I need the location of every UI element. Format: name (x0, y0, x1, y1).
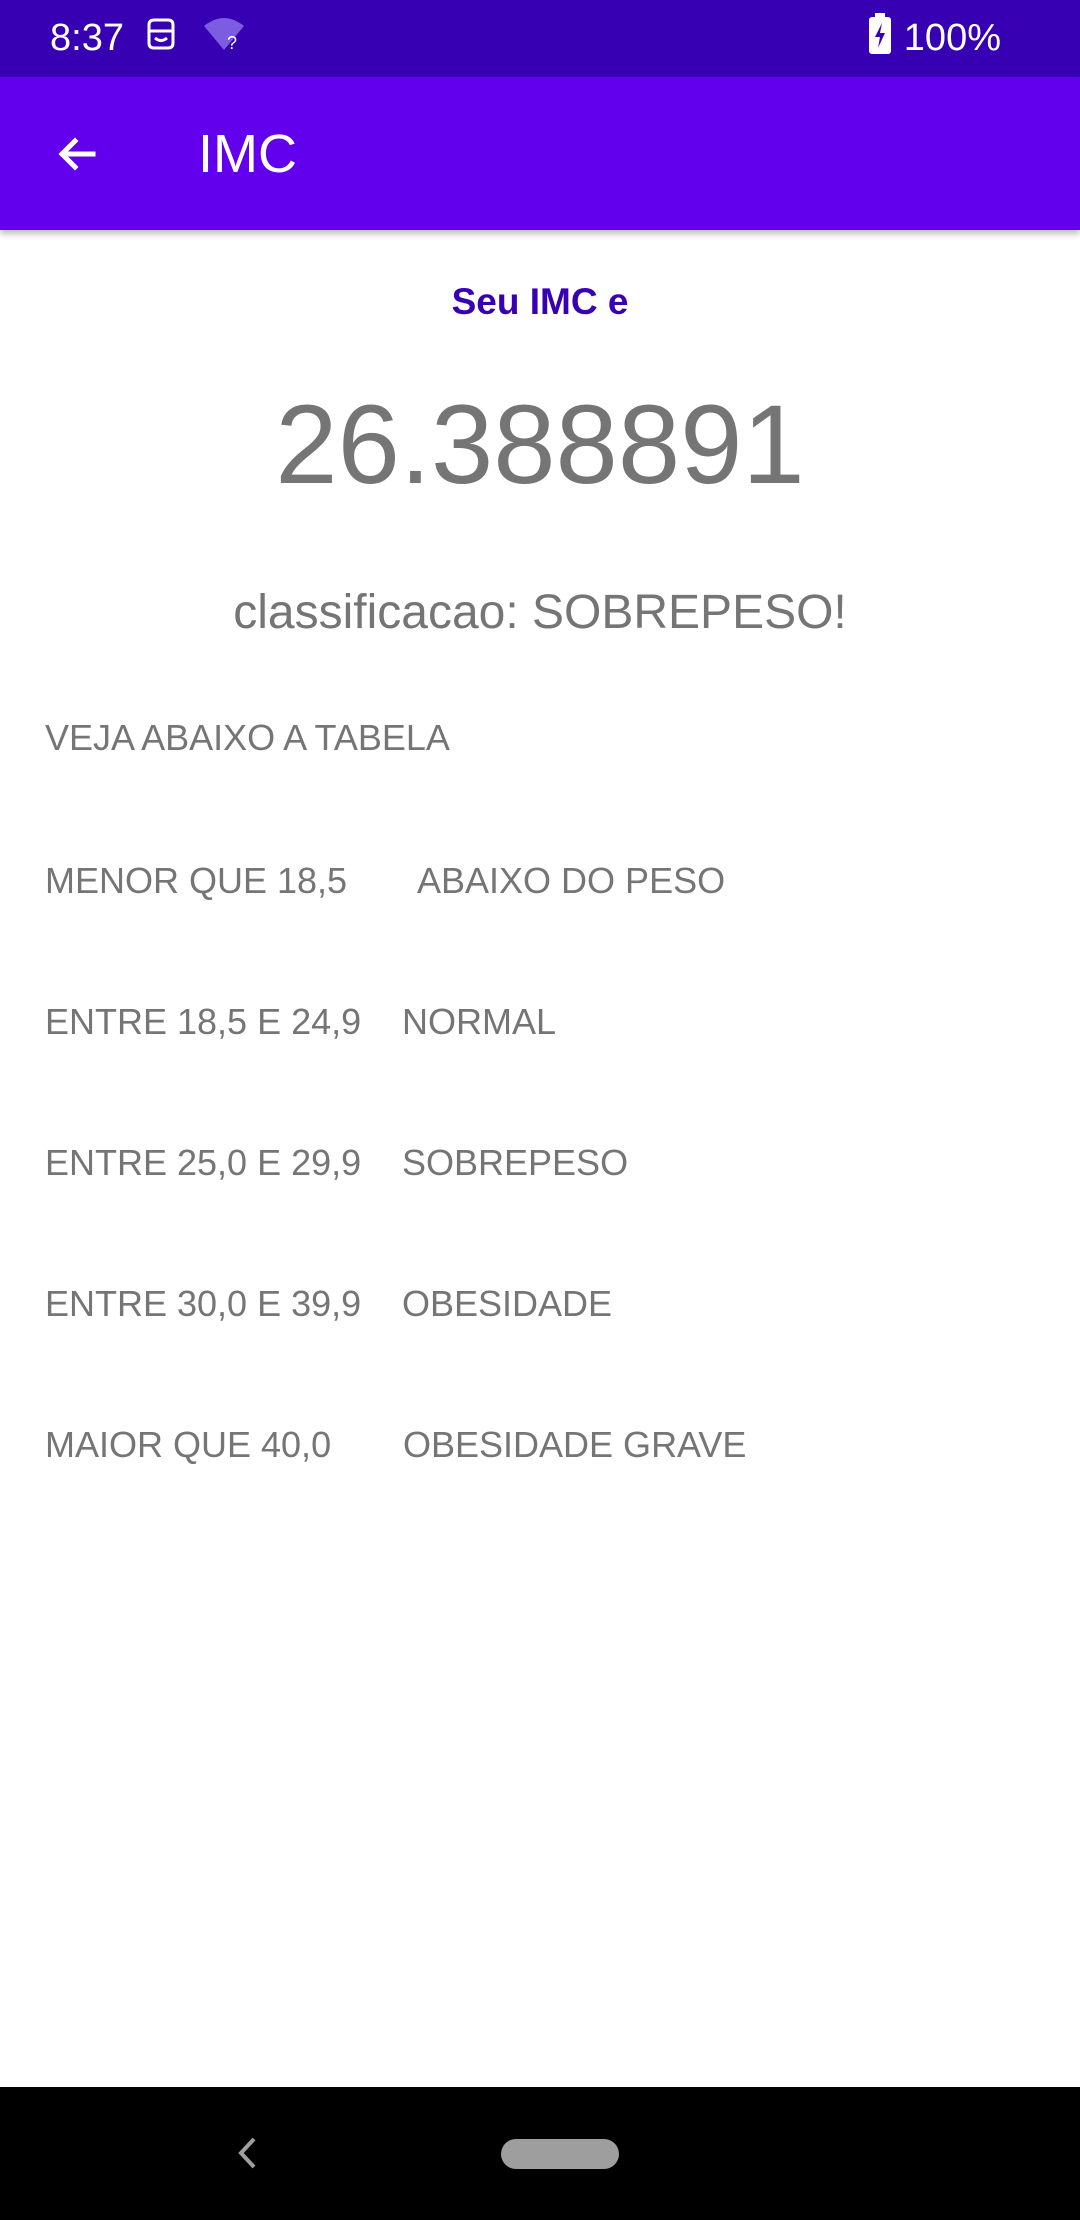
wifi-unknown-icon: ? (204, 18, 244, 52)
back-button[interactable] (36, 113, 118, 195)
bmi-classification: SOBREPESO (402, 1142, 629, 1183)
table-heading: VEJA ABAIXO A TABELA (45, 717, 450, 758)
classification-text: classificacao: SOBREPESO! (233, 586, 847, 639)
home-pill-icon[interactable] (501, 2139, 619, 2169)
arrow-left-icon (58, 137, 96, 171)
bmi-range: ENTRE 18,5 E 24,9 (45, 1001, 362, 1042)
bmi-range: ENTRE 30,0 E 39,9 (45, 1283, 362, 1324)
navigation-bar (0, 2087, 1080, 2220)
face-id-icon (147, 18, 175, 50)
battery-charging-icon (869, 13, 891, 54)
svg-text:?: ? (227, 33, 237, 52)
bmi-classification: ABAIXO DO PESO (417, 860, 726, 901)
bmi-classification: NORMAL (402, 1001, 557, 1042)
bmi-range: ENTRE 25,0 E 29,9 (45, 1142, 362, 1183)
nav-back-button[interactable] (222, 2127, 274, 2179)
table-row: ENTRE 30,0 E 39,9 OBESIDADE (0, 1274, 1080, 1334)
result-heading: Seu IMC e (451, 281, 629, 322)
status-time: 8:37 (50, 17, 124, 59)
bmi-classification: OBESIDADE (402, 1283, 613, 1324)
bmi-range: MAIOR QUE 40,0 (45, 1424, 332, 1465)
battery-percentage: 100% (903, 17, 1001, 59)
app-bar: IMC (0, 77, 1080, 230)
table-row: MAIOR QUE 40,0 OBESIDADE GRAVE (0, 1415, 1080, 1475)
table-row: ENTRE 18,5 E 24,9 NORMAL (0, 992, 1080, 1052)
imc-value: 26.388891 (275, 382, 805, 507)
status-bar: 8:37 ? 100% (0, 0, 1080, 77)
table-row: MENOR QUE 18,5 ABAIXO DO PESO (0, 851, 1080, 911)
app-title: IMC (198, 124, 297, 184)
table-row: ENTRE 25,0 E 29,9 SOBREPESO (0, 1133, 1080, 1193)
nav-back-icon (238, 2137, 256, 2169)
bmi-classification: OBESIDADE GRAVE (403, 1424, 747, 1465)
bmi-range: MENOR QUE 18,5 (45, 860, 348, 901)
